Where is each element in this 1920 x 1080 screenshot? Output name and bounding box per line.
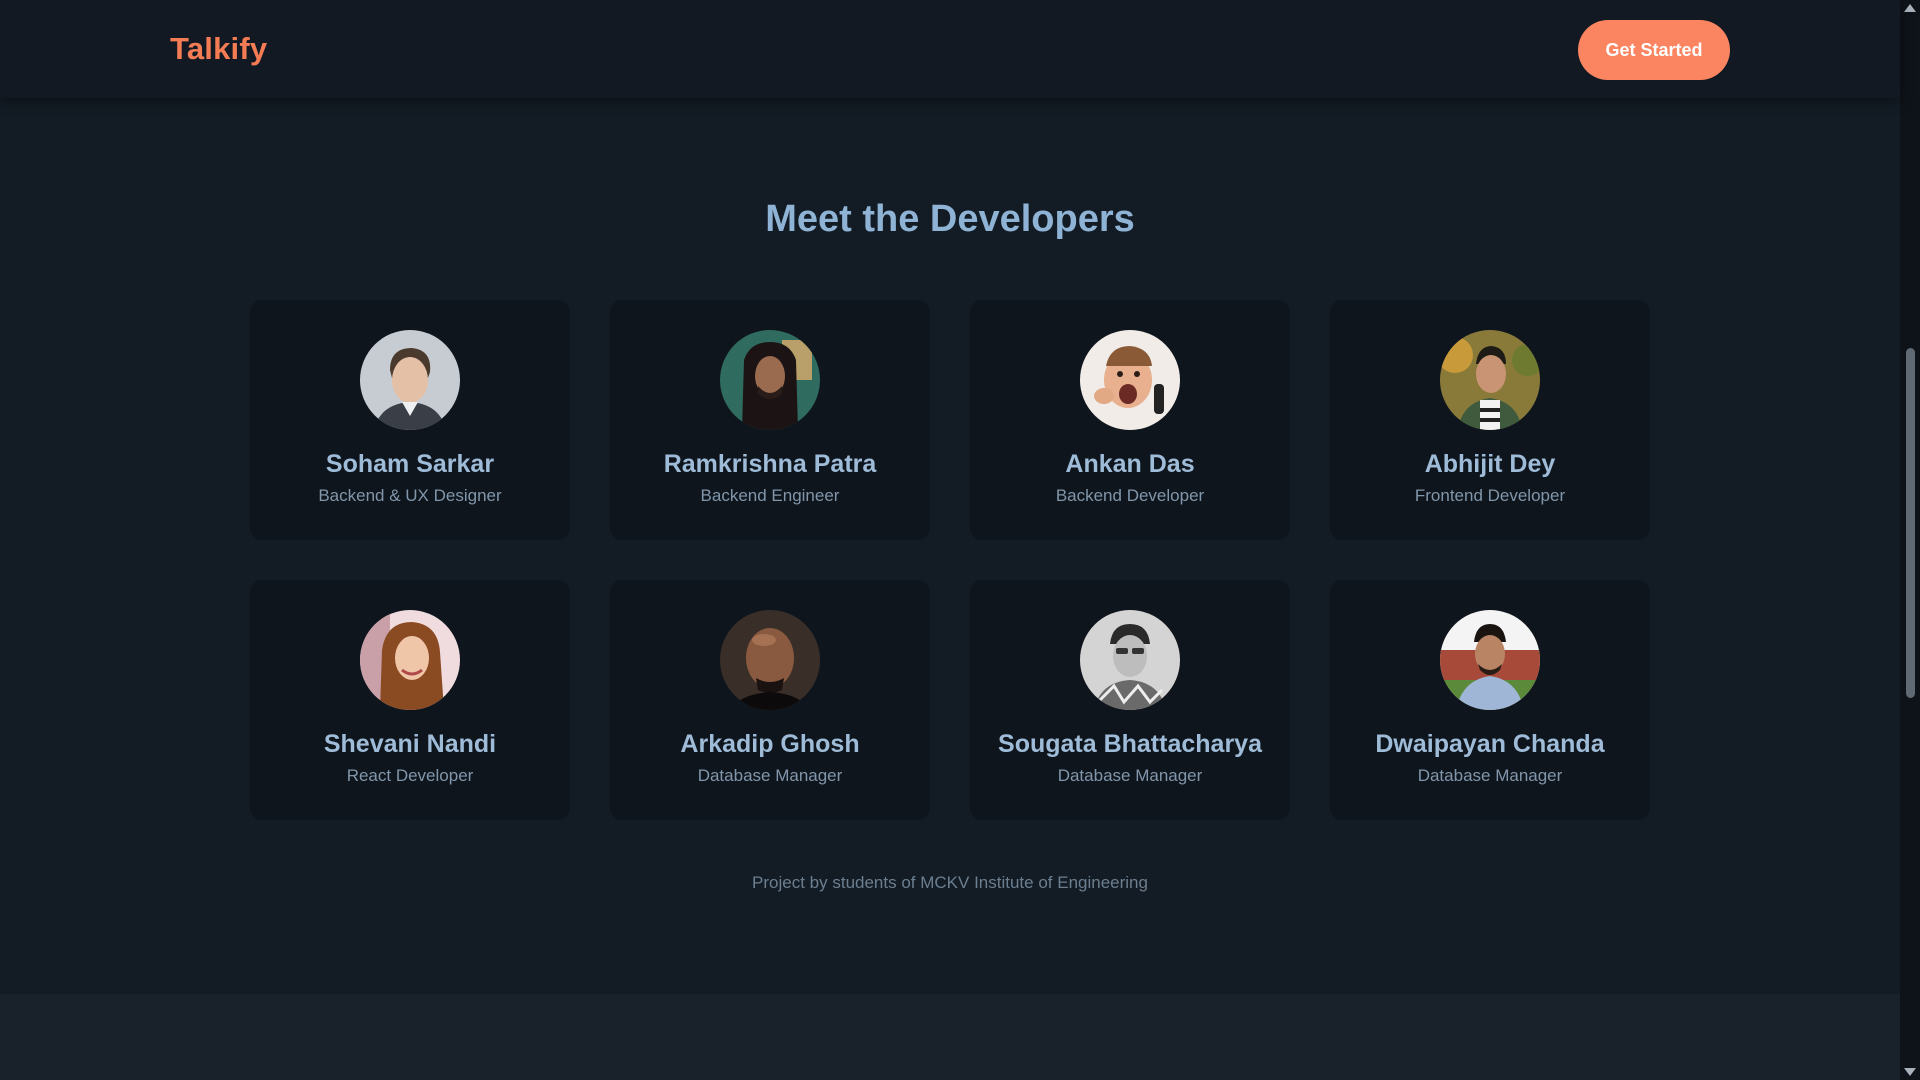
scroll-down-icon[interactable] — [1904, 1068, 1916, 1076]
project-credit: Project by students of MCKV Institute of… — [752, 873, 1148, 892]
developer-avatar — [360, 610, 460, 710]
developer-name: Soham Sarkar — [325, 450, 495, 478]
developer-card: Arkadip Ghosh Database Manager — [610, 580, 930, 820]
page-bottom-band — [0, 994, 1900, 1080]
developer-role: Backend & UX Designer — [318, 486, 502, 505]
developer-name: Abhijit Dey — [1424, 450, 1556, 478]
navbar: Talkify Get Started — [0, 0, 1900, 98]
developers-section: Meet the Developers Soham Sarkar Backend… — [0, 98, 1900, 994]
developer-role: Backend Developer — [1055, 486, 1205, 505]
developer-avatar — [1440, 610, 1540, 710]
developer-card: Ankan Das Backend Developer — [970, 300, 1290, 540]
developer-card: Sougata Bhattacharya Database Manager — [970, 580, 1290, 820]
scroll-up-icon[interactable] — [1904, 4, 1916, 12]
developer-avatar — [720, 610, 820, 710]
developer-card: Abhijit Dey Frontend Developer — [1330, 300, 1650, 540]
developer-name: Dwaipayan Chanda — [1375, 730, 1605, 758]
developer-name: Ramkrishna Patra — [663, 450, 877, 478]
brand-logo[interactable]: Talkify — [170, 31, 267, 67]
developer-role: Database Manager — [1057, 766, 1203, 785]
page: Talkify Get Started Meet the Developers … — [0, 0, 1900, 1080]
developer-role: Database Manager — [1417, 766, 1563, 785]
developer-avatar — [720, 330, 820, 430]
developer-role: React Developer — [346, 766, 474, 785]
developer-role: Backend Engineer — [700, 486, 840, 505]
developer-card: Dwaipayan Chanda Database Manager — [1330, 580, 1650, 820]
developer-avatar — [1080, 610, 1180, 710]
developer-role: Frontend Developer — [1414, 486, 1566, 505]
developer-card: Shevani Nandi React Developer — [250, 580, 570, 820]
developer-name: Sougata Bhattacharya — [998, 730, 1262, 758]
developer-avatar — [1440, 330, 1540, 430]
developer-name: Arkadip Ghosh — [680, 730, 860, 758]
developer-card: Soham Sarkar Backend & UX Designer — [250, 300, 570, 540]
developer-name: Shevani Nandi — [323, 730, 497, 758]
get-started-button[interactable]: Get Started — [1578, 20, 1730, 80]
developer-card: Ramkrishna Patra Backend Engineer — [610, 300, 930, 540]
vertical-scrollbar[interactable] — [1900, 0, 1920, 1080]
developer-avatar — [360, 330, 460, 430]
scroll-thumb[interactable] — [1906, 348, 1915, 698]
developer-avatar — [1080, 330, 1180, 430]
developer-name: Ankan Das — [1065, 450, 1195, 478]
developer-role: Database Manager — [697, 766, 843, 785]
section-heading: Meet the Developers — [765, 198, 1135, 240]
